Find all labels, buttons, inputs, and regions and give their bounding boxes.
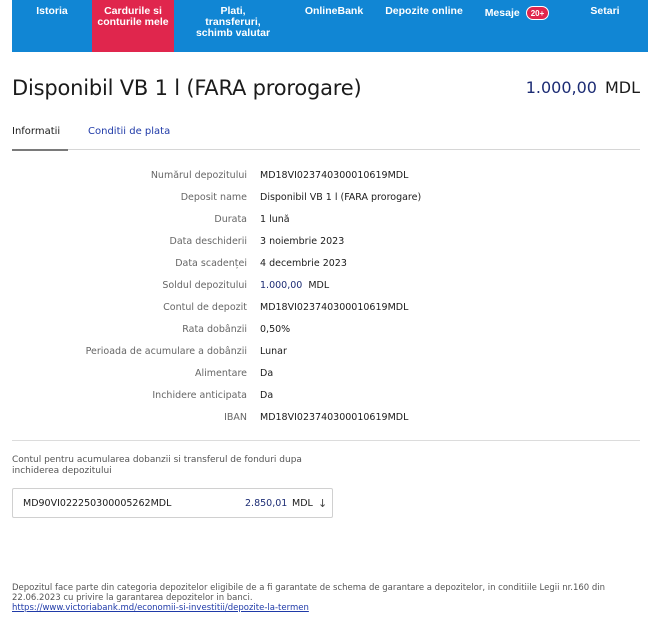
detail-value: Lunar (260, 346, 287, 357)
footnote-text: Depozitul face parte din categoria depoz… (12, 583, 606, 603)
detail-label: Data scadenței (175, 258, 247, 269)
detail-value: Da (260, 390, 274, 401)
nav-item-onlinebank[interactable]: OnlineBank (292, 0, 376, 52)
interest-account-currency: MDL (292, 497, 313, 509)
detail-label: Soldul depozitului (162, 280, 247, 291)
detail-value: MD18VI023740300010619MDL (260, 412, 409, 423)
detail-value: 1 lună (260, 214, 290, 225)
nav-item-label: Istoria (36, 5, 68, 17)
nav-item-label: Cardurile si conturile mele (97, 5, 169, 28)
detail-value: 4 decembrie 2023 (260, 258, 347, 269)
section-divider (12, 440, 640, 441)
detail-label: IBAN (224, 412, 247, 423)
nav-item-mesaje[interactable]: Mesaje 20+ (472, 0, 562, 52)
detail-label: Alimentare (195, 368, 247, 379)
nav-item-setari[interactable]: Setari (562, 0, 648, 52)
detail-label: Inchidere anticipata (152, 390, 247, 401)
interest-account-amount: 2.850,01 (245, 497, 288, 509)
nav-item-depozite-online[interactable]: Depozite online (376, 0, 472, 52)
nav-item-plati-transferuri[interactable]: Plati, transferuri, schimb valutar (174, 0, 292, 52)
detail-value: 3 noiembrie 2023 (260, 236, 345, 247)
detail-label: Durata (214, 214, 247, 225)
detail-row-data-deschiderii: Data deschiderii 3 noiembrie 2023 (12, 236, 640, 256)
detail-label: Deposit name (180, 192, 247, 203)
nav-item-istoria[interactable]: Istoria (12, 0, 92, 52)
detail-row-perioada: Perioada de acumulare a dobânzii Lunar (12, 346, 640, 366)
nav-item-label: Plati, transferuri, schimb valutar (195, 5, 271, 39)
messages-count-badge: 20+ (525, 6, 550, 20)
tab-bar: Informatii Conditii de plata (12, 126, 640, 151)
detail-value: 0,50% (260, 324, 291, 335)
nav-item-carduri-conturi[interactable]: Cardurile si conturile mele (92, 0, 174, 52)
detail-row-numar: Numărul depozitului MD18VI02374030001061… (12, 170, 640, 190)
detail-label: Contul de depozit (163, 302, 247, 313)
sold-currency: MDL (308, 280, 330, 291)
balance-currency: MDL (604, 78, 640, 97)
detail-row-alimentare: Alimentare Da (12, 368, 640, 388)
nav-item-label: Depozite online (385, 5, 463, 17)
top-navigation: Istoria Cardurile si conturile mele Plat… (12, 0, 648, 52)
detail-row-sold: Soldul depozitului 1.000,00 MDL (12, 280, 640, 300)
tab-conditii-de-plata[interactable]: Conditii de plata (88, 126, 170, 150)
nav-item-label: Mesaje (484, 6, 520, 19)
detail-label: Perioada de acumulare a dobânzii (85, 346, 247, 357)
detail-row-iban: IBAN MD18VI023740300010619MDL (12, 412, 640, 432)
page-title: Disponibil VB 1 l (FARA prorogare) (12, 76, 362, 100)
tab-informatii[interactable]: Informatii (12, 126, 69, 151)
detail-value: 1.000,00 MDL (260, 280, 329, 291)
detail-row-deposit-name: Deposit name Disponibil VB 1 l (FARA pro… (12, 192, 640, 212)
guarantee-footnote: Depozitul face parte din categoria depoz… (12, 583, 640, 613)
detail-value: Disponibil VB 1 l (FARA prorogare) (260, 192, 422, 203)
sold-amount: 1.000,00 (260, 280, 303, 291)
detail-row-inchidere: Inchidere anticipata Da (12, 390, 640, 410)
detail-row-cont-depozit: Contul de depozit MD18VI023740300010619M… (12, 302, 640, 322)
detail-row-rata-dobanzii: Rata dobânzii 0,50% (12, 324, 640, 344)
deposit-balance: 1.000,00 MDL (526, 78, 640, 97)
detail-value: MD18VI023740300010619MDL (260, 170, 409, 181)
detail-label: Rata dobânzii (182, 324, 247, 335)
detail-value: MD18VI023740300010619MDL (260, 302, 409, 313)
balance-amount: 1.000,00 (525, 78, 597, 97)
detail-row-data-scadentei: Data scadenței 4 decembrie 2023 (12, 258, 640, 278)
interest-account-number: MD90VI022250300005262MDL (23, 497, 172, 509)
nav-item-label: OnlineBank (304, 5, 364, 17)
arrow-down-icon[interactable]: ↓ (318, 497, 327, 510)
detail-row-durata: Durata 1 lună (12, 214, 640, 234)
nav-item-label: Setari (590, 5, 620, 17)
detail-label: Numărul depozitului (150, 170, 247, 181)
interest-account-selector[interactable]: MD90VI022250300005262MDL 2.850,01 MDL ↓ (12, 488, 333, 518)
footnote-link[interactable]: https://www.victoriabank.md/economii-si-… (12, 603, 640, 613)
interest-account-caption: Contul pentru acumularea dobanzii si tra… (12, 455, 302, 476)
detail-label: Data deschiderii (169, 236, 247, 247)
detail-value: Da (260, 368, 274, 379)
